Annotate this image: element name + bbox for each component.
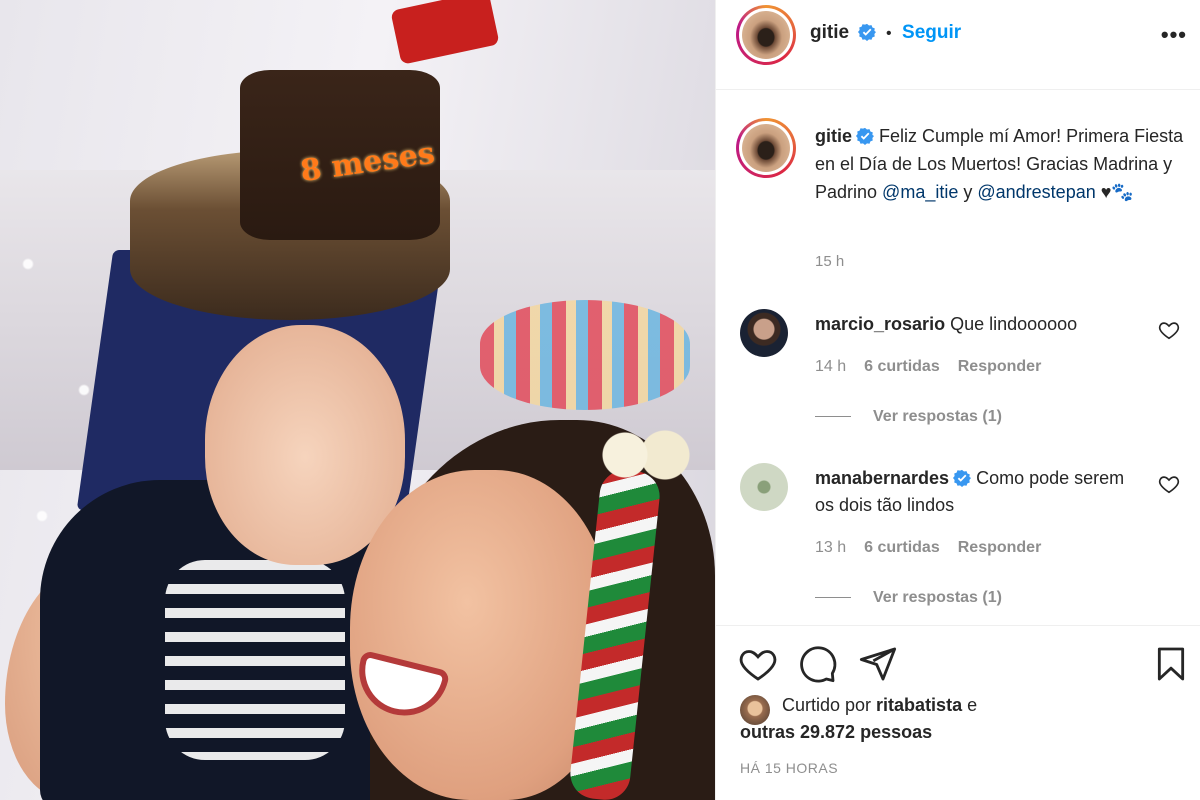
- comment-likes[interactable]: 6 curtidas: [864, 358, 940, 375]
- share-icon[interactable]: [858, 644, 898, 684]
- commenter-username[interactable]: marcio_rosario: [815, 314, 945, 334]
- commenter-avatar[interactable]: [740, 309, 788, 357]
- view-replies-label[interactable]: Ver respostas (1): [873, 589, 1002, 606]
- post-header: gitie • Seguir •••: [716, 0, 1200, 90]
- bookmark-icon[interactable]: [1151, 644, 1191, 684]
- caption-joiner: y: [958, 182, 978, 202]
- verified-icon: [953, 469, 972, 487]
- liker-username[interactable]: ritabatista: [876, 695, 962, 715]
- post-photo[interactable]: 8 meses: [0, 0, 715, 800]
- author-avatar[interactable]: [736, 5, 796, 65]
- heart-icon[interactable]: [738, 644, 778, 684]
- mention-link[interactable]: @andrestepan: [977, 182, 1095, 202]
- reply-button[interactable]: Responder: [958, 358, 1042, 375]
- likes-summary: Curtido por ritabatista e outras 29.872 …: [740, 692, 1160, 746]
- caption-time[interactable]: 15 h: [815, 253, 844, 270]
- posted-time[interactable]: HÁ 15 HORAS: [740, 760, 838, 776]
- comment-text: marcio_rosario Que lindoooooo: [815, 311, 1135, 338]
- follow-button[interactable]: Seguir: [902, 22, 961, 43]
- caption-emoji: ♥🐾: [1095, 182, 1134, 202]
- post-actions: Curtido por ritabatista e outras 29.872 …: [716, 625, 1200, 800]
- heart-icon[interactable]: [1158, 319, 1180, 341]
- likes-others[interactable]: outras 29.872 pessoas: [740, 719, 1160, 746]
- comment-body: Que lindoooooo: [950, 314, 1078, 334]
- likes-joiner: e: [962, 695, 978, 715]
- caption-avatar[interactable]: [736, 118, 796, 178]
- hair-flower: [595, 425, 695, 485]
- replies-line: [815, 416, 851, 418]
- more-icon[interactable]: •••: [1161, 22, 1187, 48]
- comment-meta: 13 h 6 curtidas Responder: [815, 539, 1059, 557]
- verified-icon: [857, 23, 876, 41]
- heart-icon[interactable]: [1158, 473, 1180, 495]
- post-side-panel: gitie • Seguir ••• gitie Feliz Cumple mí…: [715, 0, 1200, 800]
- comment-likes[interactable]: 6 curtidas: [864, 539, 940, 556]
- commenter-username[interactable]: manabernardes: [815, 468, 949, 488]
- comment-time[interactable]: 13 h: [815, 539, 846, 556]
- comment-time[interactable]: 14 h: [815, 358, 846, 375]
- verified-icon: [856, 127, 875, 145]
- comment-icon[interactable]: [798, 644, 838, 684]
- author-username[interactable]: gitie: [810, 22, 849, 43]
- replies-line: [815, 597, 851, 599]
- likes-prefix: Curtido por: [782, 695, 877, 715]
- view-replies-label[interactable]: Ver respostas (1): [873, 408, 1002, 425]
- skeleton-print: [165, 560, 345, 760]
- comment-meta: 14 h 6 curtidas Responder: [815, 358, 1059, 376]
- liker-avatar[interactable]: [740, 695, 770, 725]
- baby-face: [205, 325, 405, 565]
- mention-link[interactable]: @ma_itie: [882, 182, 958, 202]
- separator-dot: •: [885, 25, 892, 42]
- woman-face: [350, 470, 610, 800]
- reply-button[interactable]: Responder: [958, 539, 1042, 556]
- view-replies-button[interactable]: Ver respostas (1): [815, 589, 1002, 607]
- view-replies-button[interactable]: Ver respostas (1): [815, 408, 1002, 426]
- party-favors: [480, 300, 690, 410]
- commenter-avatar[interactable]: [740, 463, 788, 511]
- caption-text: gitie Feliz Cumple mí Amor! Primera Fies…: [815, 122, 1185, 206]
- caption-username[interactable]: gitie: [815, 126, 852, 146]
- comment-text: manabernardes Como pode serem os dois tã…: [815, 465, 1135, 519]
